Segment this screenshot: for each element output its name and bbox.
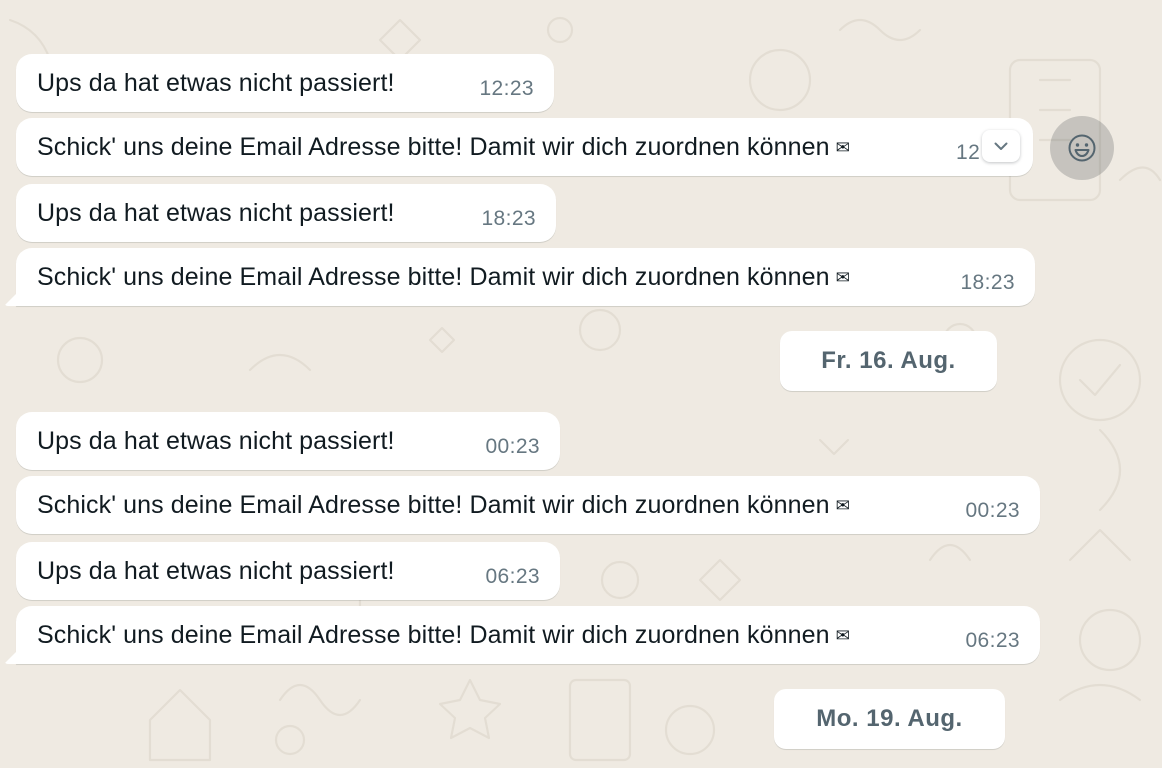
message-timestamp: 00:23 — [965, 499, 1020, 522]
message-timestamp: 06:23 — [965, 629, 1020, 652]
envelope-icon: ✉ — [835, 626, 850, 645]
message-timestamp: 00:23 — [485, 435, 540, 458]
message-bubble-2[interactable]: Schick' uns deine Email Adresse bitte! D… — [16, 118, 1033, 176]
envelope-icon: ✉ — [835, 138, 850, 157]
message-bubble-8[interactable]: Schick' uns deine Email Adresse bitte! D… — [16, 606, 1040, 664]
message-bubble-5[interactable]: Ups da hat etwas nicht passiert! 00:23 — [16, 412, 560, 470]
message-timestamp: 12:23 — [956, 141, 982, 164]
message-text-body: Schick' uns deine Email Adresse bitte! D… — [37, 263, 830, 291]
message-bubble-1[interactable]: Ups da hat etwas nicht passiert! 12:23 — [16, 54, 554, 112]
message-text: Schick' uns deine Email Adresse bitte! D… — [37, 491, 850, 520]
message-text-body: Schick' uns deine Email Adresse bitte! D… — [37, 491, 830, 519]
chat-message-list: Ups da hat etwas nicht passiert! 12:23 S… — [0, 0, 1162, 768]
message-text-body: Schick' uns deine Email Adresse bitte! D… — [37, 621, 830, 649]
envelope-icon: ✉ — [835, 268, 850, 287]
smiley-face-icon — [1068, 134, 1096, 162]
message-bubble-3[interactable]: Ups da hat etwas nicht passiert! 18:23 — [16, 184, 556, 242]
message-menu-button[interactable] — [982, 130, 1020, 162]
message-timestamp: 18:23 — [960, 271, 1015, 294]
date-separator: Mo. 19. Aug. — [774, 689, 1005, 749]
message-bubble-4[interactable]: Schick' uns deine Email Adresse bitte! D… — [16, 248, 1035, 306]
envelope-icon: ✉ — [835, 496, 850, 515]
date-separator: Fr. 16. Aug. — [780, 331, 997, 391]
message-text: Schick' uns deine Email Adresse bitte! D… — [37, 621, 850, 650]
message-timestamp: 12:23 — [479, 77, 534, 100]
message-text: Schick' uns deine Email Adresse bitte! D… — [37, 133, 850, 162]
message-text: Ups da hat etwas nicht passiert! — [37, 69, 395, 97]
message-text-body: Schick' uns deine Email Adresse bitte! D… — [37, 133, 830, 161]
message-text: Ups da hat etwas nicht passiert! — [37, 199, 395, 227]
message-text: Schick' uns deine Email Adresse bitte! D… — [37, 263, 850, 292]
message-bubble-6[interactable]: Schick' uns deine Email Adresse bitte! D… — [16, 476, 1040, 534]
message-timestamp: 18:23 — [481, 207, 536, 230]
message-bubble-7[interactable]: Ups da hat etwas nicht passiert! 06:23 — [16, 542, 560, 600]
message-text: Ups da hat etwas nicht passiert! — [37, 427, 395, 455]
chevron-down-icon — [994, 142, 1008, 150]
message-timestamp: 06:23 — [485, 565, 540, 588]
reaction-button[interactable] — [1050, 116, 1114, 180]
message-text: Ups da hat etwas nicht passiert! — [37, 557, 395, 585]
